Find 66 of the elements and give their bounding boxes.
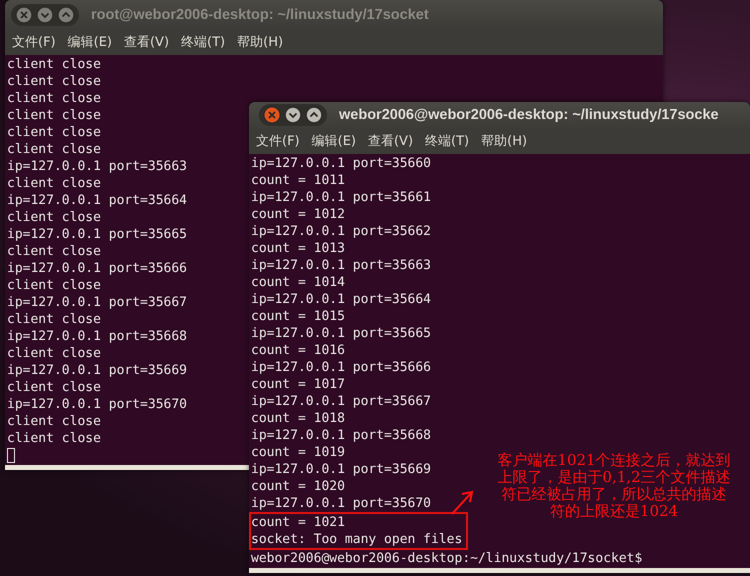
terminal-line: ip=127.0.0.1 port=35666 — [7, 260, 188, 277]
terminal-line: client close — [7, 430, 101, 447]
terminal-line: count = 1015 — [251, 308, 345, 325]
terminal-line: ip=127.0.0.1 port=35668 — [7, 328, 188, 345]
menu-item[interactable]: 查看(V) — [118, 31, 174, 54]
terminal-line: client close — [7, 243, 101, 260]
terminal-line: ip=127.0.0.1 port=35663 — [7, 158, 188, 175]
terminal-line: ip=127.0.0.1 port=35663 — [251, 257, 432, 274]
terminal-line: count = 1021 — [251, 514, 345, 531]
terminal-line: webor2006@webor2006-desktop:~/linuxstudy/17socket$ — [251, 550, 642, 567]
terminal-line: client close — [7, 73, 101, 90]
terminal-line: ip=127.0.0.1 port=35665 — [7, 226, 188, 243]
menu-item[interactable]: 帮助(H) — [232, 31, 288, 54]
menu-item[interactable]: 编辑(E) — [306, 130, 361, 152]
terminal-line: ip=127.0.0.1 port=35669 — [7, 362, 188, 379]
terminal-line: ip=127.0.0.1 port=35666 — [251, 359, 432, 376]
terminal-line: client close — [7, 311, 101, 328]
terminal-line: ip=127.0.0.1 port=35660 — [251, 155, 432, 172]
terminal-line: socket: Too many open files — [251, 531, 462, 548]
terminal-line: client close — [7, 124, 101, 141]
close-icon[interactable] — [263, 106, 281, 124]
terminal-line: client close — [7, 107, 101, 124]
terminal-line: client close — [7, 175, 101, 192]
menu-item[interactable]: 文件(F) — [7, 31, 61, 54]
terminal-line: ip=127.0.0.1 port=35665 — [251, 325, 432, 342]
menu-item[interactable]: 终端(T) — [420, 130, 474, 152]
terminal-line: client close — [7, 379, 101, 396]
terminal-line: count = 1014 — [251, 274, 345, 291]
menu-item[interactable]: 文件(F) — [251, 130, 305, 152]
menu-item[interactable]: 编辑(E) — [62, 31, 117, 54]
terminal-line: ip=127.0.0.1 port=35662 — [251, 223, 432, 240]
minimize-icon[interactable] — [36, 6, 54, 24]
minimize-icon[interactable] — [284, 106, 302, 124]
terminal-line: ip=127.0.0.1 port=35664 — [7, 192, 188, 209]
terminal-line: count = 1013 — [251, 240, 345, 257]
terminal-line: ip=127.0.0.1 port=35667 — [251, 393, 432, 410]
terminal-line: count = 1017 — [251, 376, 345, 393]
terminal-line: ip=127.0.0.1 port=35669 — [251, 461, 432, 478]
terminal-line: ip=127.0.0.1 port=35661 — [251, 189, 432, 206]
maximize-icon[interactable] — [57, 6, 75, 24]
terminal-line: count = 1019 — [251, 444, 345, 461]
annotation-text: 客户端在1021个连接之后，就达到 上限了，是由于0,1,2三个文件描述 符已经被占用了，所以总共的描述 符的上限还是1024 — [496, 452, 732, 520]
terminal-line: client close — [7, 277, 101, 294]
close-icon[interactable] — [15, 6, 33, 24]
terminal-line: client close — [7, 345, 101, 362]
terminal-line: count = 1011 — [251, 172, 345, 189]
terminal-line: client close — [7, 413, 101, 430]
terminal-line: ip=127.0.0.1 port=35668 — [251, 427, 432, 444]
terminal-line: ip=127.0.0.1 port=35670 — [251, 495, 432, 512]
terminal-line: count = 1012 — [251, 206, 345, 223]
maximize-icon[interactable] — [305, 106, 323, 124]
terminal-line: count = 1016 — [251, 342, 345, 359]
terminal-line: ip=127.0.0.1 port=35664 — [251, 291, 432, 308]
menu-item[interactable]: 帮助(H) — [476, 130, 532, 152]
menu-item[interactable]: 查看(V) — [362, 130, 418, 152]
terminal-line: client close — [7, 141, 101, 158]
terminal-line: client close — [7, 90, 101, 107]
menu-item[interactable]: 终端(T) — [176, 31, 230, 54]
terminal-line: ip=127.0.0.1 port=35667 — [7, 294, 188, 311]
terminal-line: client close — [7, 209, 101, 226]
window-title: webor2006@webor2006-desktop: ~/linuxstudy/17socke — [339, 107, 719, 124]
terminal-line: count = 1020 — [251, 478, 345, 495]
terminal-line: ip=127.0.0.1 port=35670 — [7, 396, 188, 413]
terminal-line: count = 1018 — [251, 410, 345, 427]
terminal-line: client close — [7, 56, 101, 73]
window-title: root@webor2006-desktop: ~/linuxstudy/17socket — [91, 6, 429, 23]
